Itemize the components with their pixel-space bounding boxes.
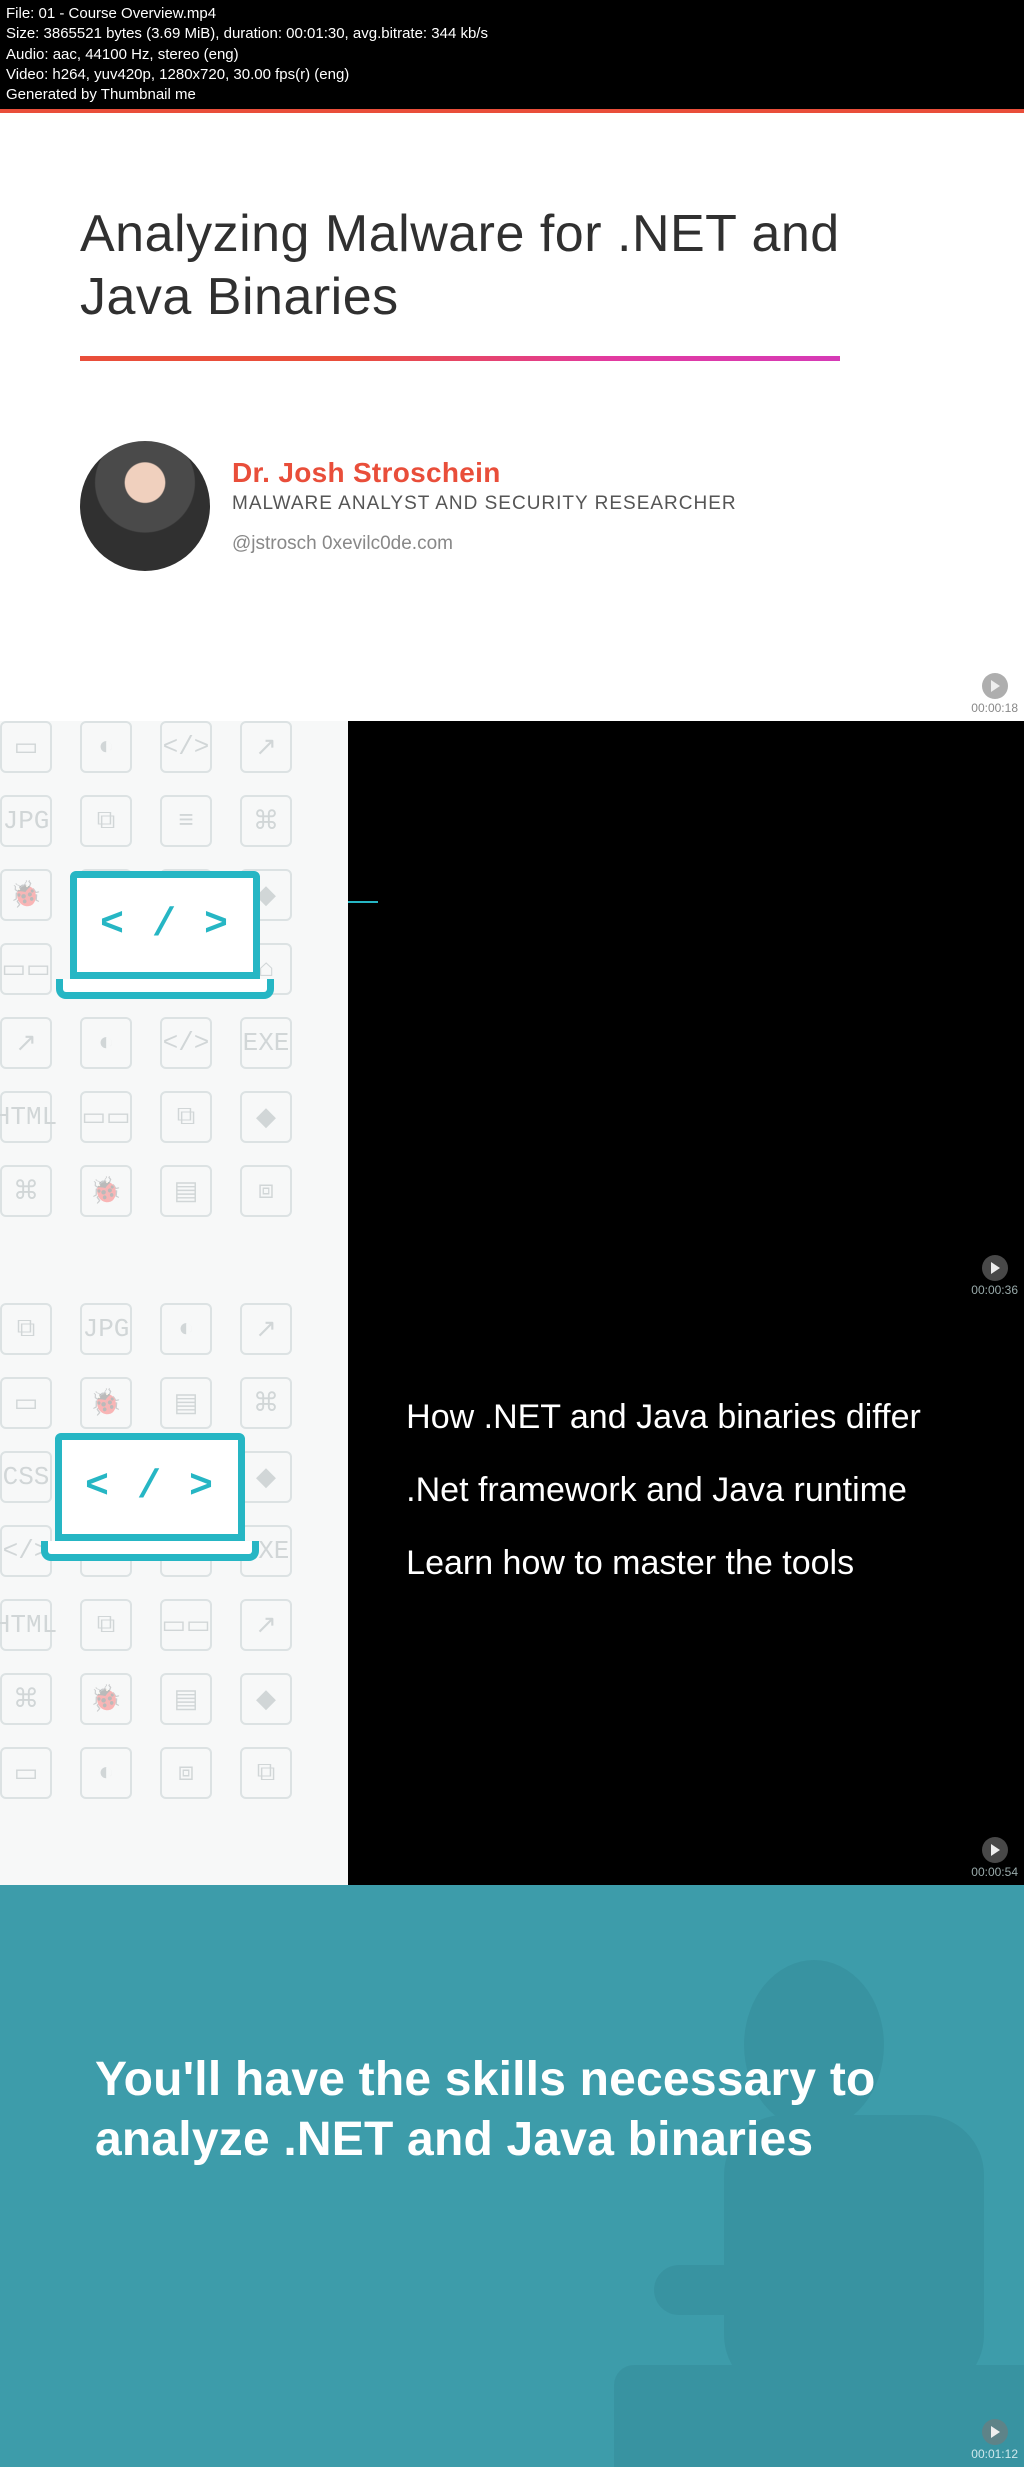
- bullet-2: .Net framework and Java runtime: [406, 1471, 974, 1510]
- play-icon: [982, 2419, 1008, 2445]
- meta-file: File: 01 - Course Overview.mp4: [6, 4, 1018, 24]
- author-block: Dr. Josh Stroschein MALWARE ANALYST AND …: [80, 441, 944, 571]
- bullet-list: How .NET and Java binaries differ .Net f…: [348, 1303, 1024, 1583]
- slide-2-right: 00:00:36: [348, 721, 1024, 1303]
- play-icon: [982, 673, 1008, 699]
- slide-3-left-pattern: ⧉JPG◐↗ ▭🐞▤⌘ CSS▭▭◧◆ </>◐⧈EXE HTML⧉▭▭↗ ⌘🐞…: [0, 1303, 348, 1885]
- slide-3: ⧉JPG◐↗ ▭🐞▤⌘ CSS▭▭◧◆ </>◐⧈EXE HTML⧉▭▭↗ ⌘🐞…: [0, 1303, 1024, 1885]
- thumbnail-marker-2: 00:00:36: [971, 1255, 1018, 1297]
- accent-line: [348, 901, 378, 903]
- laptop-code-icon: < / >: [55, 1433, 245, 1568]
- bullet-1: How .NET and Java binaries differ: [406, 1398, 974, 1437]
- thumbnail-marker-3: 00:00:54: [971, 1837, 1018, 1879]
- play-icon: [982, 1255, 1008, 1281]
- timestamp-4: 00:01:12: [971, 2447, 1018, 2461]
- timestamp-3: 00:00:54: [971, 1865, 1018, 1879]
- author-name: Dr. Josh Stroschein: [232, 457, 737, 489]
- thumbnail-marker-1: 00:00:18: [971, 673, 1018, 715]
- background-person-silhouette: [574, 1925, 1024, 2467]
- author-text: Dr. Josh Stroschein MALWARE ANALYST AND …: [232, 457, 737, 555]
- title-slide: Analyzing Malware for .NET and Java Bina…: [0, 113, 1024, 721]
- file-metadata-banner: File: 01 - Course Overview.mp4 Size: 386…: [0, 0, 1024, 113]
- code-glyph: < / >: [100, 903, 230, 948]
- meta-video: Video: h264, yuv420p, 1280x720, 30.00 fp…: [6, 65, 1018, 85]
- code-glyph: < / >: [85, 1465, 215, 1510]
- slide-2: ▭◐</>↗ JPG⧉≡⌘ 🐞▤⧈◆ ▭▭CSS◧⌂ ↗◐</>EXE HTML…: [0, 721, 1024, 1303]
- doodle-pattern: ▭◐</>↗ JPG⧉≡⌘ 🐞▤⧈◆ ▭▭CSS◧⌂ ↗◐</>EXE HTML…: [0, 721, 348, 1303]
- author-handle: @jstrosch 0xevilc0de.com: [232, 533, 737, 555]
- title-underline: [80, 356, 840, 361]
- play-icon: [982, 1837, 1008, 1863]
- meta-audio: Audio: aac, 44100 Hz, stereo (eng): [6, 45, 1018, 65]
- meta-generated: Generated by Thumbnail me: [6, 85, 1018, 105]
- bullet-3: Learn how to master the tools: [406, 1544, 974, 1583]
- meta-size: Size: 3865521 bytes (3.69 MiB), duration…: [6, 24, 1018, 44]
- thumbnail-marker-4: 00:01:12: [971, 2419, 1018, 2461]
- laptop-code-icon: < / >: [70, 871, 260, 1006]
- timestamp-2: 00:00:36: [971, 1283, 1018, 1297]
- slide-2-left-pattern: ▭◐</>↗ JPG⧉≡⌘ 🐞▤⧈◆ ▭▭CSS◧⌂ ↗◐</>EXE HTML…: [0, 721, 348, 1303]
- slide-3-right: How .NET and Java binaries differ .Net f…: [348, 1303, 1024, 1885]
- author-avatar: [80, 441, 210, 571]
- timestamp-1: 00:00:18: [971, 701, 1018, 715]
- conclusion-headline: You'll have the skills necessary to anal…: [95, 2050, 929, 2170]
- author-role: MALWARE ANALYST AND SECURITY RESEARCHER: [232, 493, 737, 515]
- slide-4: You'll have the skills necessary to anal…: [0, 1885, 1024, 2467]
- course-title: Analyzing Malware for .NET and Java Bina…: [80, 203, 944, 328]
- doodle-pattern: ⧉JPG◐↗ ▭🐞▤⌘ CSS▭▭◧◆ </>◐⧈EXE HTML⧉▭▭↗ ⌘🐞…: [0, 1303, 348, 1885]
